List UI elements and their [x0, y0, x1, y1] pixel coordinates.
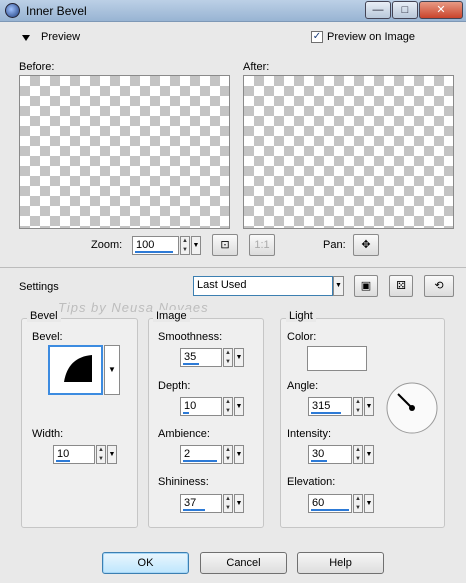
elevation-level-bar: [311, 509, 349, 511]
zoom-input[interactable]: 100: [132, 236, 179, 255]
smoothness-dropdown[interactable]: ▼: [234, 348, 244, 367]
preview-on-image-checkbox[interactable]: ✓: [311, 31, 323, 43]
after-label: After:: [243, 61, 270, 73]
elevation-label: Elevation:: [287, 476, 336, 488]
smoothness-level-bar: [183, 363, 199, 365]
intensity-dropdown[interactable]: ▼: [364, 445, 374, 464]
depth-value: 10: [184, 400, 197, 412]
pan-label: Pan:: [323, 239, 346, 251]
angle-spinner[interactable]: ▲ ▼: [353, 397, 363, 416]
preview-on-image-label: Preview on Image: [327, 31, 416, 43]
zoom-dropdown[interactable]: ▼: [191, 236, 201, 255]
pan-icon[interactable]: ✥: [353, 234, 379, 256]
angle-level-bar: [311, 412, 341, 414]
angle-input[interactable]: 315: [308, 397, 352, 416]
intensity-level-bar: [311, 460, 327, 462]
before-preview[interactable]: [19, 75, 230, 229]
ambience-label: Ambience:: [158, 428, 210, 440]
depth-input[interactable]: 10: [180, 397, 222, 416]
close-button[interactable]: ✕: [419, 1, 463, 19]
angle-dial[interactable]: [385, 381, 439, 435]
save-preset-icon[interactable]: ▣: [354, 275, 378, 297]
shininess-spinner[interactable]: ▲ ▼: [223, 494, 233, 513]
window-title: Inner Bevel: [26, 4, 87, 18]
zoom-spinner[interactable]: ▲ ▼: [180, 236, 190, 255]
bevel-shape-dropdown[interactable]: ▼: [104, 345, 120, 395]
intensity-input[interactable]: 30: [308, 445, 352, 464]
minimize-button[interactable]: —: [365, 1, 391, 19]
zoom-value: 100: [136, 239, 155, 251]
cancel-button[interactable]: Cancel: [200, 552, 287, 574]
depth-spinner[interactable]: ▲ ▼: [223, 397, 233, 416]
after-preview[interactable]: [243, 75, 454, 229]
depth-label: Depth:: [158, 380, 191, 392]
zoom-actual-size-button[interactable]: 1:1: [249, 234, 275, 256]
intensity-label: Intensity:: [287, 428, 332, 440]
shininess-value: 37: [184, 497, 197, 509]
collapse-preview-icon[interactable]: [22, 35, 30, 41]
depth-dropdown[interactable]: ▼: [234, 397, 244, 416]
image-group-label: Image: [153, 310, 190, 322]
smoothness-spinner[interactable]: ▲ ▼: [223, 348, 233, 367]
width-level-bar: [56, 460, 70, 462]
light-group-label: Light: [286, 310, 316, 322]
width-value: 10: [57, 448, 70, 460]
maximize-button[interactable]: □: [392, 1, 418, 19]
bevel-label: Bevel:: [32, 331, 63, 343]
light-color-swatch[interactable]: [307, 346, 367, 371]
preset-value: Last Used: [197, 279, 247, 291]
app-icon: [5, 3, 20, 18]
settings-label: Settings: [19, 281, 59, 293]
angle-dropdown[interactable]: ▼: [364, 397, 374, 416]
shininess-label: Shininess:: [158, 476, 209, 488]
width-spinner[interactable]: ▲ ▼: [96, 445, 106, 464]
depth-level-bar: [183, 412, 189, 414]
shininess-input[interactable]: 37: [180, 494, 222, 513]
before-label: Before:: [19, 61, 55, 73]
zoom-fit-button[interactable]: ⊡: [212, 234, 238, 256]
title-bar: Inner Bevel — □ ✕: [0, 0, 466, 22]
reset-preset-icon[interactable]: ⟲: [424, 275, 454, 297]
elevation-spinner[interactable]: ▲ ▼: [353, 494, 363, 513]
ambience-dropdown[interactable]: ▼: [234, 445, 244, 464]
elevation-input[interactable]: 60: [308, 494, 352, 513]
preview-section-label: Preview: [41, 31, 81, 43]
ambience-spinner[interactable]: ▲ ▼: [223, 445, 233, 464]
preset-dropdown-icon[interactable]: ▼: [333, 276, 344, 296]
preset-select[interactable]: Last Used: [193, 276, 333, 296]
ambience-input[interactable]: 2: [180, 445, 222, 464]
color-label: Color:: [287, 331, 317, 343]
angle-label: Angle:: [287, 380, 319, 392]
width-dropdown[interactable]: ▼: [107, 445, 117, 464]
intensity-value: 30: [312, 448, 325, 460]
randomize-icon[interactable]: ⚄: [389, 275, 413, 297]
elevation-value: 60: [312, 497, 325, 509]
shininess-level-bar: [183, 509, 205, 511]
width-label: Width:: [32, 428, 64, 440]
elevation-dropdown[interactable]: ▼: [364, 494, 374, 513]
bevel-group-label: Bevel: [27, 310, 61, 322]
smoothness-value: 35: [184, 351, 197, 363]
smoothness-input[interactable]: 35: [180, 348, 222, 367]
preview-divider: [0, 267, 466, 268]
help-button[interactable]: Help: [297, 552, 384, 574]
ok-button[interactable]: OK: [102, 552, 189, 574]
zoom-label: Zoom:: [91, 239, 123, 251]
ambience-level-bar: [183, 460, 217, 462]
bevel-shape-icon: [64, 355, 92, 382]
ambience-value: 2: [184, 448, 191, 460]
intensity-spinner[interactable]: ▲ ▼: [353, 445, 363, 464]
zoom-level-bar: [135, 251, 173, 253]
bevel-shape-preview[interactable]: [48, 345, 103, 395]
angle-value: 315: [312, 400, 331, 412]
smoothness-label: Smoothness:: [158, 331, 223, 343]
width-input[interactable]: 10: [53, 445, 95, 464]
shininess-dropdown[interactable]: ▼: [234, 494, 244, 513]
